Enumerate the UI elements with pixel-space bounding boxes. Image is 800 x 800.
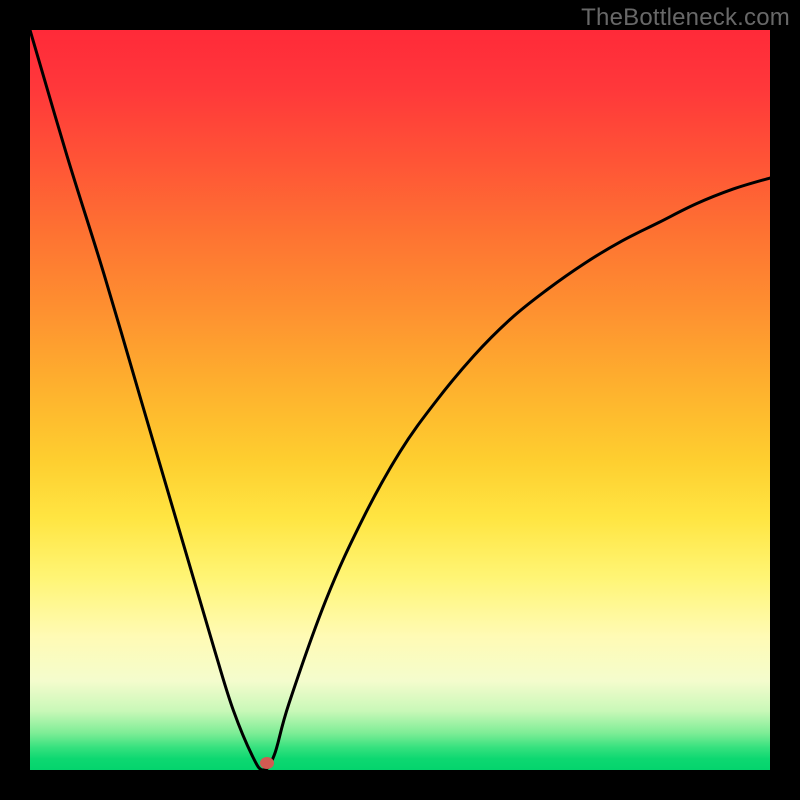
curve-svg	[30, 30, 770, 770]
watermark-text: TheBottleneck.com	[581, 4, 790, 32]
plot-area	[30, 30, 770, 770]
chart-frame: TheBottleneck.com	[0, 0, 800, 800]
minimum-marker	[260, 757, 274, 769]
bottleneck-curve	[30, 30, 770, 770]
